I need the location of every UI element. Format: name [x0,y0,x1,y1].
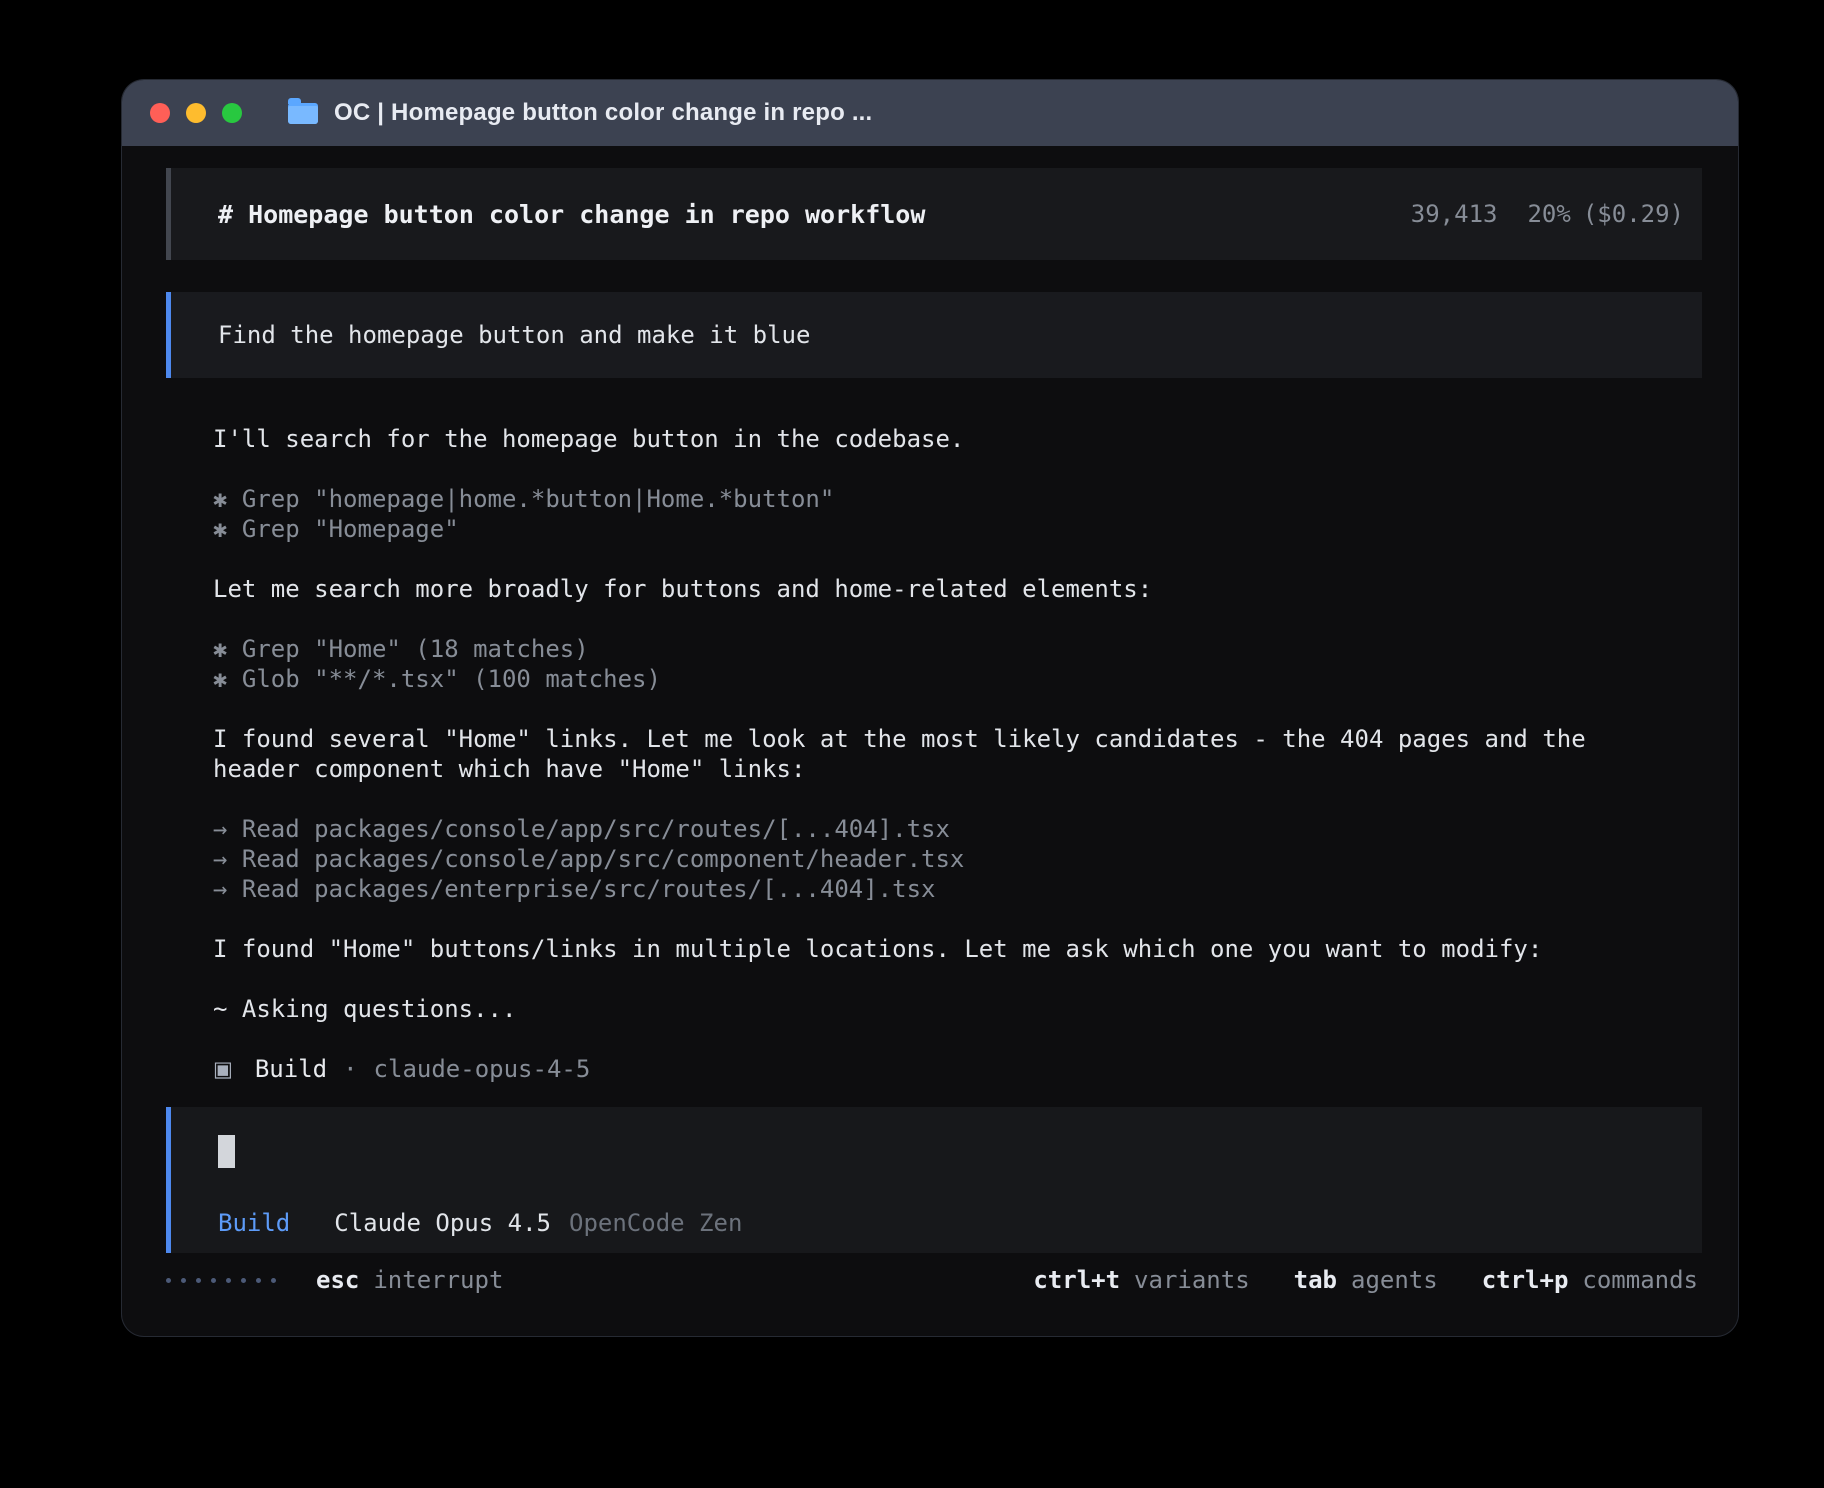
tool-call-read: → Read packages/enterprise/src/routes/[.… [213,874,1613,904]
minimize-button[interactable] [186,103,206,123]
composer-meta: Build Claude Opus 4.5 OpenCode Zen [218,1209,1684,1237]
esc-key-label: interrupt [373,1265,503,1295]
esc-key-hint: esc [316,1265,359,1295]
separator-dot: · [343,1054,357,1084]
session-header: # Homepage button color change in repo w… [166,168,1702,260]
traffic-lights [150,103,242,123]
tool-call-grep: ✱ Grep "homepage|home.*button|Home.*butt… [213,484,1613,514]
session-title: # Homepage button color change in repo w… [218,200,925,229]
token-count: 39,413 [1411,200,1498,228]
assistant-text: Let me search more broadly for buttons a… [213,574,1613,604]
tool-call-read: → Read packages/console/app/src/componen… [213,844,1613,874]
window-titlebar: OC | Homepage button color change in rep… [122,80,1738,146]
agent-mode: Build [255,1054,327,1084]
prompt-input[interactable]: Build Claude Opus 4.5 OpenCode Zen [166,1107,1702,1253]
user-message: Find the homepage button and make it blu… [166,292,1702,378]
user-message-text: Find the homepage button and make it blu… [218,321,810,349]
tool-call-glob: ✱ Glob "**/*.tsx" (100 matches) [213,664,1613,694]
close-button[interactable] [150,103,170,123]
composer-mode-label[interactable]: Build [218,1209,290,1237]
assistant-text: I found several "Home" links. Let me loo… [213,724,1613,784]
folder-icon [288,103,318,124]
assistant-text: I found "Home" buttons/links in multiple… [213,934,1613,964]
text-cursor [218,1135,235,1168]
composer-provider-label: OpenCode Zen [569,1209,742,1237]
shortcut-hints: ctrl+t variants tab agents ctrl+p comman… [989,1265,1698,1295]
composer-model-label[interactable]: Claude Opus 4.5 [334,1209,551,1237]
shortcut-commands: ctrl+p commands [1482,1265,1698,1295]
assistant-text: I'll search for the homepage button in t… [213,424,1613,454]
context-percent: 20% [1527,200,1570,228]
status-bar: esc interrupt ctrl+t variants tab agents… [166,1265,1698,1295]
shortcut-variants: ctrl+t variants [1033,1265,1249,1295]
build-agent-icon: ▣ [213,1054,233,1084]
session-stats: 39,413 20% ($0.29) [1411,200,1684,228]
tool-call-grep: ✱ Grep "Homepage" [213,514,1613,544]
session-cost: ($0.29) [1583,200,1684,228]
agent-model: claude-opus-4-5 [374,1054,591,1084]
agent-status-row: ▣ Build · claude-opus-4-5 [213,1054,1678,1084]
tool-call-read: → Read packages/console/app/src/routes/[… [213,814,1613,844]
shortcut-agents: tab agents [1294,1265,1438,1295]
asking-questions-status: ~ Asking questions... [213,994,1613,1024]
tool-call-grep: ✱ Grep "Home" (18 matches) [213,634,1613,664]
spinner-dots-icon [166,1278,276,1283]
window-title: OC | Homepage button color change in rep… [334,99,872,127]
assistant-transcript: I'll search for the homepage button in t… [213,424,1613,1024]
zoom-button[interactable] [222,103,242,123]
terminal-window: OC | Homepage button color change in rep… [122,80,1738,1336]
